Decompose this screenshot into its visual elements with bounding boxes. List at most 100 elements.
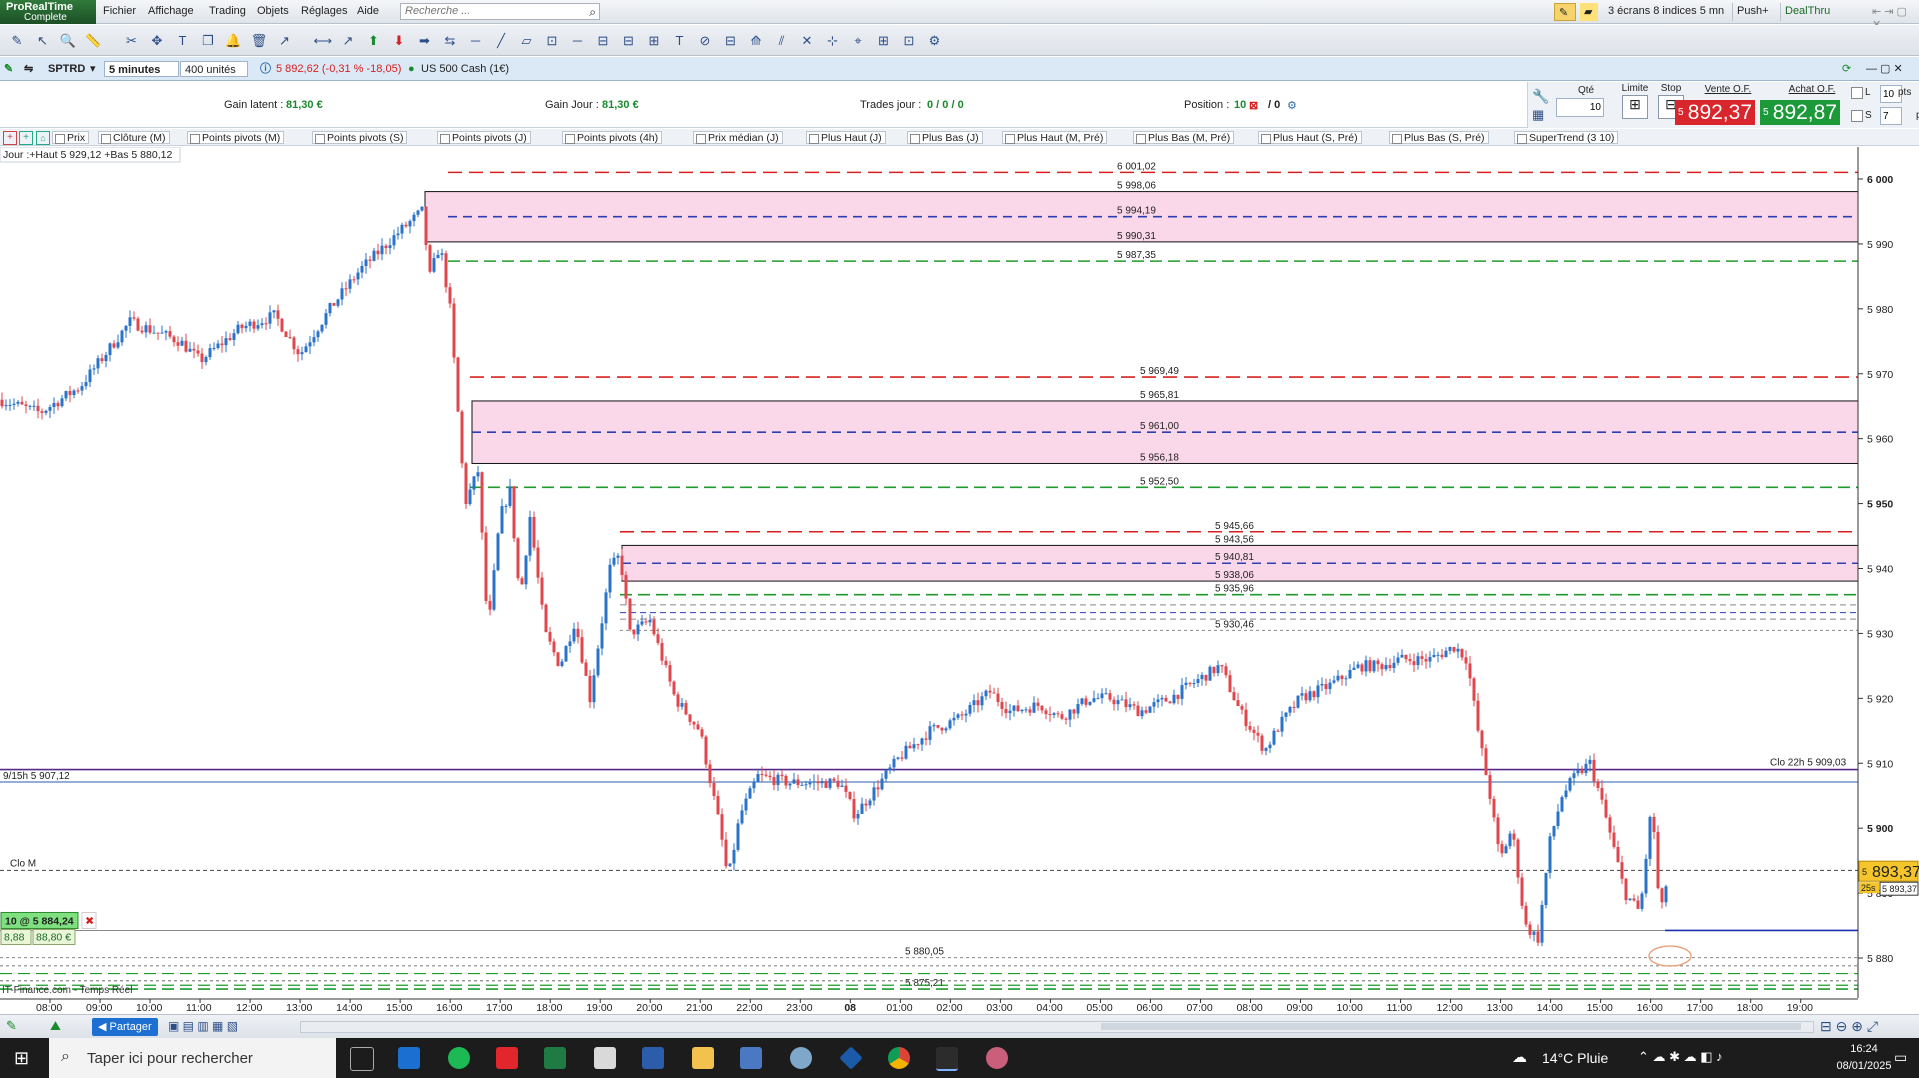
- indicator-chip[interactable]: Prix médian (J): [693, 131, 783, 144]
- chart-type-icon[interactable]: ⛰: [50, 1018, 61, 1034]
- ray-icon[interactable]: ↗: [339, 32, 357, 49]
- drawing-pencil-icon[interactable]: ✎: [4, 61, 13, 77]
- menu-fichier[interactable]: Fichier: [103, 5, 136, 17]
- indicator-chip[interactable]: Plus Bas (S, Pré): [1389, 131, 1489, 144]
- indicator-chip[interactable]: Plus Haut (S, Pré): [1258, 131, 1362, 144]
- text-icon[interactable]: T: [174, 32, 192, 49]
- fib-icon[interactable]: ⊟: [594, 32, 612, 49]
- s-points-input[interactable]: [1880, 107, 1902, 125]
- pitchfork-icon[interactable]: ⫽: [773, 32, 791, 49]
- parallelogram-icon[interactable]: ▱: [518, 32, 536, 49]
- window-controls-icon[interactable]: ⇤ ⇥ ▢ ✕: [1868, 3, 1919, 31]
- system-tray-icons[interactable]: ⌃ ☁ ✱ ☁ ◧ ♪: [1638, 1049, 1723, 1065]
- menu-affichage[interactable]: Affichage: [148, 5, 194, 17]
- indicator-chip[interactable]: SuperTrend (3 10): [1514, 131, 1619, 144]
- horizontal-scrollbar[interactable]: [300, 1021, 1814, 1033]
- info-icon[interactable]: ⓘ: [260, 61, 271, 77]
- indicator-chip[interactable]: Points pivots (4h): [562, 131, 663, 144]
- taskbar-time[interactable]: 16:24: [1834, 1043, 1894, 1055]
- task-view-icon[interactable]: [350, 1047, 374, 1071]
- copy-icon[interactable]: ❐: [199, 32, 217, 49]
- frame-icon[interactable]: ⊡: [900, 32, 918, 49]
- segment-icon[interactable]: ⟷: [314, 32, 333, 49]
- draw-icon[interactable]: ✎: [6, 1018, 17, 1034]
- pencil-icon[interactable]: ✎: [8, 32, 26, 49]
- spotify-app-icon[interactable]: [448, 1047, 470, 1069]
- table-icon[interactable]: ⊞: [875, 32, 893, 49]
- ticker-chevron-down-icon[interactable]: ▾: [90, 61, 96, 77]
- indicator-chip[interactable]: Points pivots (J): [437, 131, 531, 144]
- indicator-chip[interactable]: Points pivots (M): [187, 131, 285, 144]
- fib-ext-icon[interactable]: ⊟: [620, 32, 638, 49]
- weather-text[interactable]: 14°C Pluie: [1542, 1050, 1608, 1066]
- timeframe-selector[interactable]: 5 minutes: [104, 61, 179, 77]
- box-icon[interactable]: ⊟: [722, 32, 740, 49]
- taskbar-search[interactable]: ⌕ Taper ici pour rechercher: [49, 1038, 336, 1078]
- taskbar-date[interactable]: 08/01/2025: [1834, 1060, 1894, 1072]
- label-icon[interactable]: T: [671, 32, 689, 49]
- indicator-chip[interactable]: Prix: [52, 131, 90, 144]
- price-chart[interactable]: Jour :+Haut 5 929,12 +Bas 5 880,12 6 001,…: [0, 147, 1919, 1013]
- delete-icon[interactable]: 🗑: [250, 32, 268, 49]
- close-position-icon[interactable]: ⊠: [1249, 99, 1258, 112]
- units-selector[interactable]: 400 unités: [180, 61, 248, 77]
- prorealtime-app-icon[interactable]: [936, 1047, 958, 1071]
- fan-icon[interactable]: ⟰: [747, 32, 765, 49]
- share-button[interactable]: ◀ Partager: [92, 1018, 158, 1036]
- indicator-chip[interactable]: Points pivots (S): [312, 131, 408, 144]
- crosshair-icon[interactable]: ✥: [148, 32, 166, 49]
- settings-icon[interactable]: ⚙: [926, 32, 944, 49]
- zoom-icons[interactable]: ⊟ ⊖ ⊕ ⤢: [1820, 1018, 1878, 1035]
- link-icon[interactable]: ⇋: [24, 61, 33, 77]
- dealthru-button[interactable]: DealThru: [1780, 3, 1834, 21]
- rectangle-icon[interactable]: ⊡: [543, 32, 561, 49]
- sell-button[interactable]: 5 892,37: [1675, 100, 1755, 125]
- indicator-chip[interactable]: Plus Bas (M, Pré): [1133, 131, 1235, 144]
- indicator-chip[interactable]: Plus Haut (M, Pré): [1002, 131, 1108, 144]
- l-checkbox[interactable]: [1851, 87, 1863, 99]
- right-arrow-icon[interactable]: ➡: [416, 32, 434, 49]
- alert-icon[interactable]: 🔔: [225, 32, 243, 49]
- store-app-icon[interactable]: [398, 1047, 420, 1069]
- buy-button[interactable]: 5 892,87: [1760, 100, 1840, 125]
- menu-reglages[interactable]: Réglages: [301, 5, 347, 17]
- ruler-icon[interactable]: 📏: [85, 32, 103, 49]
- horizontal-line-icon[interactable]: ─: [467, 32, 485, 49]
- push-button[interactable]: Push+: [1732, 3, 1773, 21]
- zoom-icon[interactable]: 🔍: [59, 32, 77, 49]
- scissors-icon[interactable]: ✂: [123, 32, 141, 49]
- indicator-chip[interactable]: Plus Haut (J): [806, 131, 886, 144]
- line-icon[interactable]: ╱: [492, 32, 510, 49]
- wave-icon[interactable]: ✕: [798, 32, 816, 49]
- search-input[interactable]: [401, 4, 579, 18]
- ig-app-icon[interactable]: [496, 1047, 518, 1069]
- window-buttons-icon[interactable]: — ▢ ✕: [1866, 61, 1903, 77]
- search-box[interactable]: ⌕: [400, 3, 600, 20]
- drive-app-icon[interactable]: [594, 1047, 616, 1069]
- word-app-icon[interactable]: [642, 1047, 664, 1069]
- windows-start-icon[interactable]: ⊞: [14, 1048, 29, 1069]
- limit-order-icon[interactable]: ⊞: [1622, 95, 1648, 119]
- wrench-icon[interactable]: 🔧: [1532, 88, 1549, 105]
- app-icon-parrot[interactable]: [790, 1047, 812, 1069]
- gann-icon[interactable]: ⊹: [824, 32, 842, 49]
- menu-aide[interactable]: Aide: [357, 5, 379, 17]
- hline-icon[interactable]: ─: [569, 32, 587, 49]
- grid-icon[interactable]: ⊞: [645, 32, 663, 49]
- chrome-app-icon[interactable]: [888, 1047, 910, 1069]
- ellipse-icon[interactable]: ⊘: [696, 32, 714, 49]
- quantity-input[interactable]: [1556, 98, 1604, 117]
- buy-arrow-icon[interactable]: ⬆: [365, 32, 383, 49]
- layout-selector[interactable]: 3 écrans 8 indices 5 mn: [1604, 3, 1728, 21]
- target-icon[interactable]: ⌖: [849, 32, 867, 49]
- cursor-icon[interactable]: ↖: [34, 32, 52, 49]
- sell-arrow-icon[interactable]: ⬇: [390, 32, 408, 49]
- position-settings-icon[interactable]: ⚙: [1287, 99, 1297, 112]
- keypad-icon[interactable]: ▦: [1532, 107, 1544, 123]
- channel-icon[interactable]: ⇆: [441, 32, 459, 49]
- ticker-selector[interactable]: SPTRD: [48, 61, 85, 77]
- refresh-icon[interactable]: ⟳: [1842, 61, 1851, 77]
- calculator-app-icon[interactable]: [740, 1047, 762, 1069]
- screenshot-tools-icon[interactable]: ▣ ▤ ▥ ▦ ▧: [168, 1019, 238, 1033]
- notifications-icon[interactable]: ▭: [1894, 1049, 1907, 1066]
